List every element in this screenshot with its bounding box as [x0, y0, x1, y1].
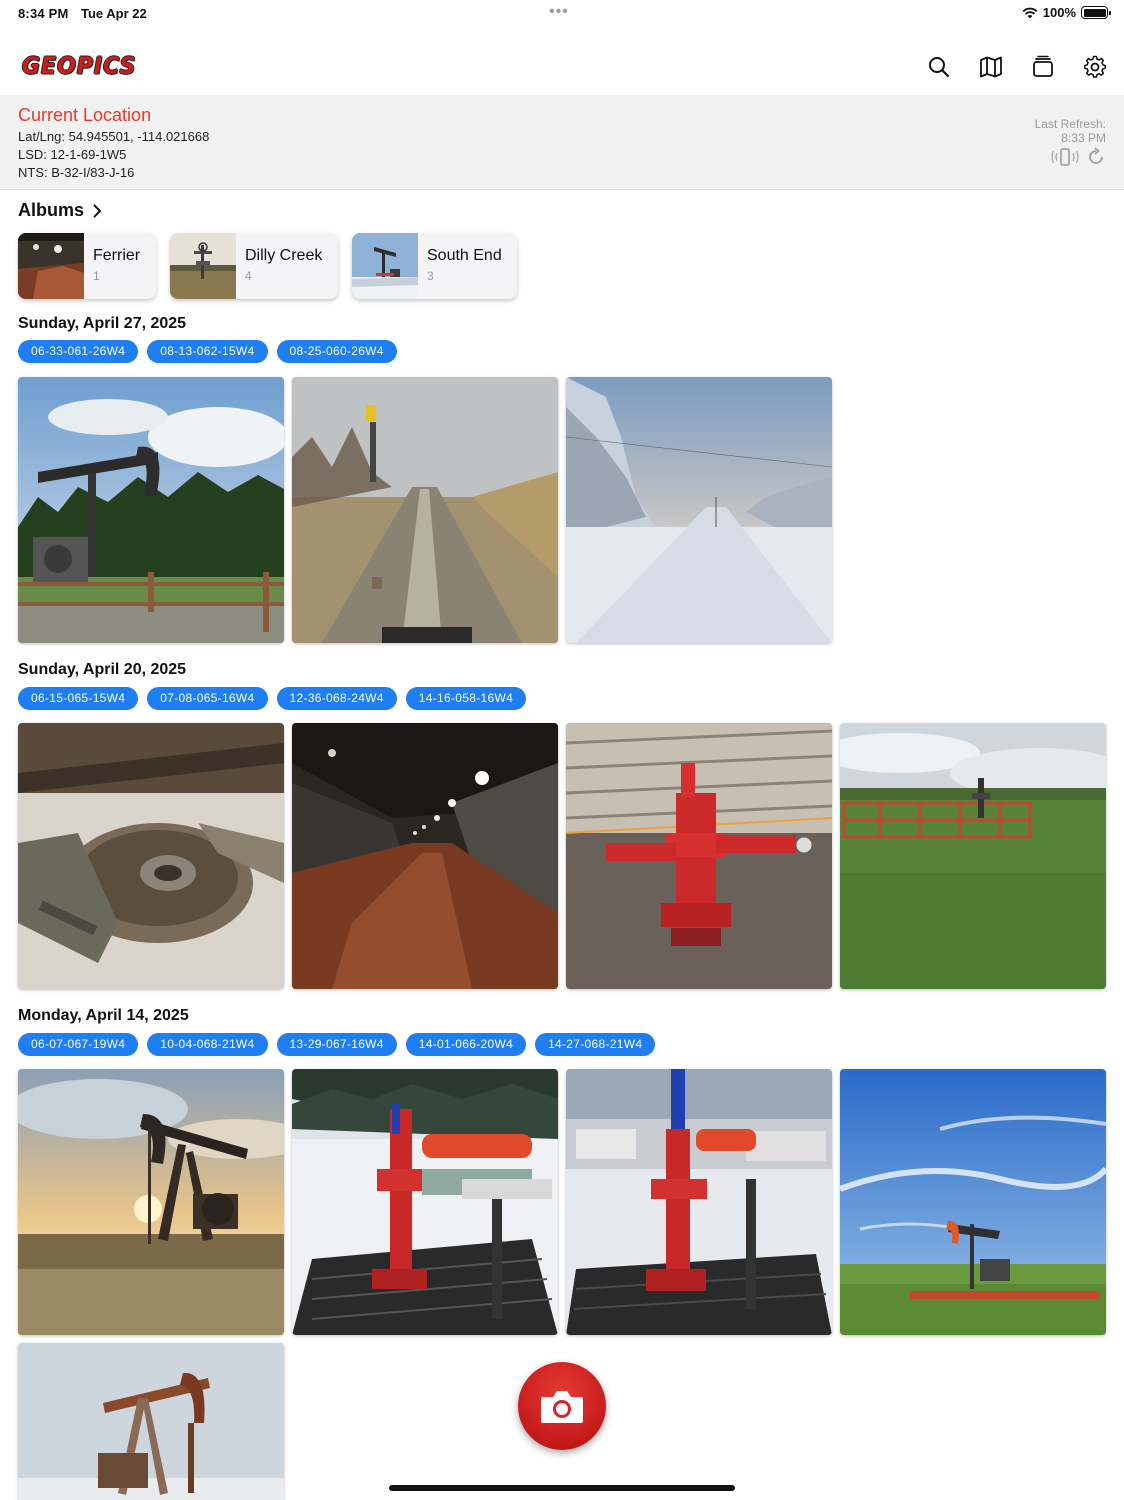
toolbar-icons	[926, 54, 1108, 80]
album-thumbnail	[170, 233, 236, 299]
search-icon[interactable]	[926, 54, 952, 80]
album-name: Dilly Creek	[245, 247, 323, 264]
nts-text: NTS: B-32-I/83-J-16	[18, 165, 135, 180]
app-logo: GEOPICS	[22, 53, 137, 80]
wifi-icon	[1022, 7, 1038, 18]
status-bar: 8:34 PM Tue Apr 22 ••• 100%	[0, 0, 1124, 28]
location-chip[interactable]: 12-36-068-24W4	[276, 687, 397, 710]
photo-thumbnail[interactable]	[840, 1069, 1106, 1335]
gravel-road-photo	[292, 377, 558, 643]
location-chips: 06-15-065-15W4 07-08-065-16W4 12-36-068-…	[18, 687, 527, 710]
navigation-bar: GEOPICS	[0, 40, 1124, 94]
album-card-dilly-creek[interactable]: Dilly Creek 4	[170, 233, 338, 299]
fenced-wellhead-field-photo	[840, 723, 1106, 989]
albums-header[interactable]: Albums	[18, 200, 102, 221]
vibrate-phone-icon[interactable]	[1050, 147, 1080, 167]
location-chip[interactable]: 06-33-061-26W4	[18, 340, 139, 363]
camera-button[interactable]	[518, 1362, 606, 1450]
photo-thumbnail[interactable]	[292, 723, 558, 989]
location-chip[interactable]: 14-16-058-16W4	[405, 687, 527, 710]
photo-thumbnail[interactable]	[566, 377, 832, 643]
status-time: 8:34 PM	[18, 6, 69, 21]
multitasking-dots-icon[interactable]: •••	[549, 3, 569, 21]
status-date: Tue Apr 22	[81, 6, 147, 21]
section-date-heading: Monday, April 14, 2025	[18, 1007, 189, 1024]
albums-heading: Albums	[18, 200, 85, 220]
section-date-heading: Sunday, April 20, 2025	[18, 661, 187, 678]
last-refresh-label: Last Refresh:	[1034, 117, 1106, 131]
photo-thumbnail[interactable]	[840, 723, 1106, 989]
current-location-panel: Current Location Lat/Lng: 54.945501, -11…	[0, 95, 1124, 190]
location-chip[interactable]: 10-04-068-21W4	[147, 1033, 268, 1056]
location-chips: 06-07-067-19W4 10-04-068-21W4 13-29-067-…	[18, 1033, 656, 1056]
refresh-controls	[1050, 147, 1106, 167]
location-chip[interactable]: 14-01-066-20W4	[405, 1033, 527, 1056]
lsd-text: LSD: 12-1-69-1W5	[18, 147, 127, 162]
albums-list: Ferrier 1 Dilly Creek 4 South End 3	[18, 233, 517, 299]
location-chip[interactable]: 06-15-065-15W4	[18, 687, 139, 710]
album-thumbnail	[18, 233, 84, 299]
rusty-pumpjack-photo	[18, 1343, 284, 1500]
album-thumbnail	[352, 233, 418, 299]
location-chip[interactable]: 08-25-060-26W4	[276, 340, 397, 363]
section-date-heading: Sunday, April 27, 2025	[18, 315, 187, 332]
battery-percent: 100%	[1042, 5, 1076, 20]
location-chips: 06-33-061-26W4 08-13-062-15W4 08-25-060-…	[18, 340, 397, 363]
last-refresh-time: 8:33 PM	[1061, 131, 1106, 145]
blue-sky-pumpjack-photo	[840, 1069, 1106, 1335]
photo-thumbnail[interactable]	[566, 1069, 832, 1335]
snow-wellhead-facility-photo	[566, 1069, 832, 1335]
photo-thumbnail[interactable]	[566, 723, 832, 989]
album-name: Ferrier	[93, 247, 141, 264]
chevron-right-icon	[93, 203, 102, 218]
album-count: 4	[245, 269, 252, 283]
drill-pit-photo	[18, 723, 284, 989]
album-name: South End	[427, 247, 502, 264]
status-right: 100%	[1022, 5, 1111, 20]
photo-thumbnail[interactable]	[18, 723, 284, 989]
photo-thumbnail[interactable]	[18, 1343, 284, 1500]
last-refresh: Last Refresh: 8:33 PM	[1035, 117, 1106, 145]
album-card-ferrier[interactable]: Ferrier 1	[18, 233, 156, 299]
mine-tunnel-photo	[292, 723, 558, 989]
pumpjack-forest-photo	[18, 377, 284, 643]
snowy-road-photo	[566, 377, 832, 643]
photo-thumbnail[interactable]	[292, 1069, 558, 1335]
location-chip[interactable]: 13-29-067-16W4	[276, 1033, 397, 1056]
album-count: 3	[427, 269, 434, 283]
location-title: Current Location	[18, 105, 152, 125]
gear-icon[interactable]	[1082, 54, 1108, 80]
album-card-south-end[interactable]: South End 3	[352, 233, 517, 299]
stack-icon[interactable]	[1030, 54, 1056, 80]
latlng-text: Lat/Lng: 54.945501, -114.021668	[18, 129, 210, 144]
snow-wellhead-photo	[292, 1069, 558, 1335]
camera-icon	[541, 1391, 583, 1423]
album-count: 1	[93, 269, 100, 283]
location-chip[interactable]: 06-07-067-19W4	[18, 1033, 139, 1056]
location-chip[interactable]: 07-08-065-16W4	[147, 687, 268, 710]
location-chip[interactable]: 08-13-062-15W4	[147, 340, 268, 363]
sunset-pumpjack-photo	[18, 1069, 284, 1335]
refresh-icon[interactable]	[1086, 147, 1106, 167]
photo-thumbnail[interactable]	[18, 1069, 284, 1335]
location-chip[interactable]: 14-27-068-21W4	[535, 1033, 656, 1056]
home-indicator[interactable]	[389, 1485, 735, 1491]
photo-thumbnail[interactable]	[292, 377, 558, 643]
map-icon[interactable]	[978, 54, 1004, 80]
red-wellhead-photo	[566, 723, 832, 989]
battery-icon	[1081, 6, 1111, 19]
photo-thumbnail[interactable]	[18, 377, 284, 643]
